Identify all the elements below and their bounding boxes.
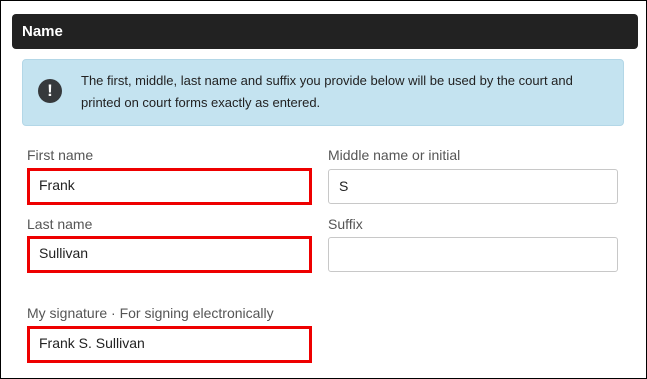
last-name-label: Last name xyxy=(27,216,93,232)
exclamation-circle-icon: ! xyxy=(38,79,62,103)
middle-name-field[interactable]: S xyxy=(328,169,618,204)
signature-label: My signature · For signing electronicall… xyxy=(27,305,274,321)
info-notice: ! The first, middle, last name and suffi… xyxy=(22,59,624,126)
first-name-field[interactable]: Frank xyxy=(27,168,312,205)
last-name-field[interactable]: Sullivan xyxy=(27,236,312,273)
section-header: Name xyxy=(12,14,638,49)
suffix-field[interactable] xyxy=(328,237,618,272)
signature-field[interactable]: Frank S. Sullivan xyxy=(27,326,312,363)
name-section-panel: Name ! The first, middle, last name and … xyxy=(0,0,647,379)
suffix-label: Suffix xyxy=(328,216,363,232)
middle-name-label: Middle name or initial xyxy=(328,147,461,163)
first-name-label: First name xyxy=(27,147,94,163)
section-title: Name xyxy=(22,23,63,40)
notice-text: The first, middle, last name and suffix … xyxy=(81,73,573,110)
